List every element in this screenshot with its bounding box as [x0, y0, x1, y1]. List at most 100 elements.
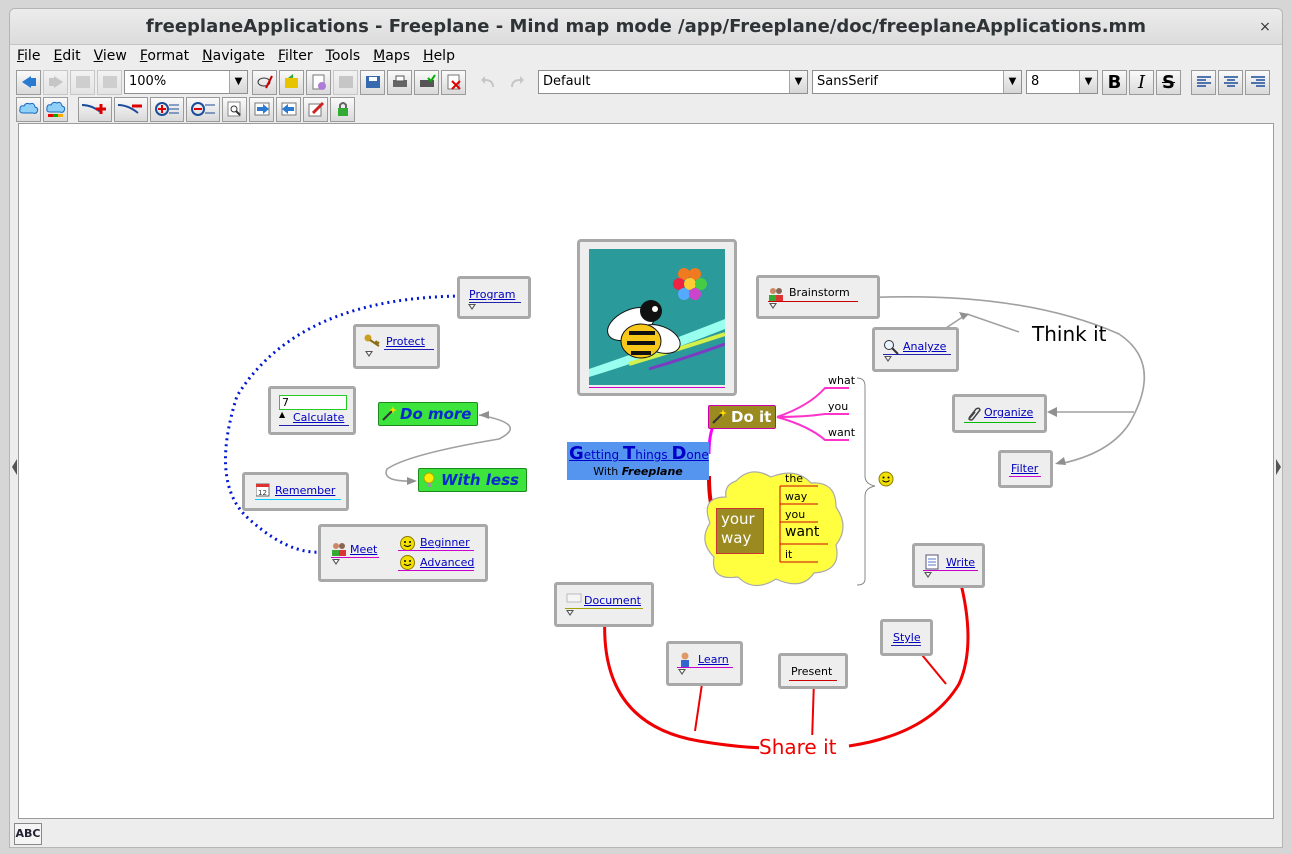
back-button[interactable]: [16, 69, 41, 95]
think-it-label[interactable]: Think it: [1032, 322, 1106, 346]
menu-view[interactable]: View: [94, 48, 127, 64]
save-button[interactable]: [333, 69, 358, 95]
do-more-node[interactable]: Do more: [378, 402, 478, 426]
new-map-button[interactable]: [306, 69, 331, 95]
want-label[interactable]: want: [828, 426, 855, 439]
menu-maps[interactable]: Maps: [373, 48, 410, 64]
style-node[interactable]: Style: [880, 619, 933, 656]
lock-icon[interactable]: [330, 96, 355, 122]
menu-edit[interactable]: Edit: [53, 48, 80, 64]
left-panel-handle[interactable]: [12, 459, 18, 475]
analyze-node[interactable]: Analyze: [872, 327, 959, 372]
menu-filter[interactable]: Filter: [278, 48, 313, 64]
close-window-button[interactable]: ×: [1256, 18, 1274, 36]
calculate-node[interactable]: 7 ▲ Calculate: [268, 386, 356, 435]
chevron-down-icon[interactable]: ▼: [789, 71, 807, 93]
brainstorm-node[interactable]: Brainstorm: [756, 275, 880, 319]
move-left-icon[interactable]: [276, 96, 301, 122]
program-node[interactable]: Program: [457, 276, 531, 319]
right-panel-handle[interactable]: [1276, 459, 1282, 475]
learn-node[interactable]: Learn: [666, 641, 743, 686]
meet-label[interactable]: Meet: [350, 543, 377, 556]
remember-node[interactable]: 12 Remember: [242, 472, 349, 511]
what-label[interactable]: what: [828, 374, 855, 387]
redo-button[interactable]: [503, 70, 528, 95]
protect-node[interactable]: Protect: [353, 324, 440, 369]
edit-node-icon[interactable]: [303, 96, 328, 122]
style-label[interactable]: Style: [893, 631, 921, 644]
remove-node-icon[interactable]: [186, 96, 220, 122]
fold-icon[interactable]: [566, 610, 574, 616]
remember-label[interactable]: Remember: [275, 484, 335, 497]
fold-icon[interactable]: [468, 304, 476, 310]
font-size-combo[interactable]: 8 ▼: [1026, 70, 1098, 94]
menu-format[interactable]: Format: [140, 48, 189, 64]
learn-label[interactable]: Learn: [698, 653, 729, 666]
add-link-icon[interactable]: [78, 96, 112, 122]
align-center-button[interactable]: [1218, 69, 1243, 95]
strikethrough-button[interactable]: S: [1156, 69, 1181, 95]
open-button[interactable]: [279, 69, 304, 95]
last-node-button[interactable]: [97, 69, 122, 95]
cloud-color-icon[interactable]: [43, 96, 68, 122]
document-label[interactable]: Document: [584, 594, 641, 607]
filter-node[interactable]: Filter: [998, 450, 1053, 488]
protect-label[interactable]: Protect: [386, 335, 425, 348]
beginner-label[interactable]: Beginner: [420, 536, 470, 549]
chevron-down-icon[interactable]: ▼: [229, 71, 247, 93]
expand-icon[interactable]: ▲: [279, 410, 285, 419]
print-direct-button[interactable]: [414, 69, 439, 95]
meet-node[interactable]: Meet Beginner Advanced: [318, 524, 488, 582]
fold-icon[interactable]: [678, 669, 686, 675]
write-label[interactable]: Write: [946, 556, 975, 569]
advanced-label[interactable]: Advanced: [420, 556, 474, 569]
forward-button[interactable]: [43, 69, 68, 95]
style-combo[interactable]: Default ▼: [538, 70, 808, 94]
undo-button[interactable]: [476, 70, 501, 95]
move-right-icon[interactable]: [249, 96, 274, 122]
print-button[interactable]: [387, 69, 412, 95]
save-as-button[interactable]: [360, 69, 385, 95]
menu-navigate[interactable]: Navigate: [202, 48, 265, 64]
write-node[interactable]: Write: [912, 543, 985, 588]
fold-icon[interactable]: [769, 303, 777, 309]
chevron-down-icon[interactable]: ▼: [1079, 71, 1097, 93]
document-node[interactable]: Document: [554, 582, 654, 627]
align-left-button[interactable]: [1191, 69, 1216, 95]
cloud-icon[interactable]: [16, 96, 41, 122]
analyze-label[interactable]: Analyze: [903, 340, 946, 353]
root-node[interactable]: Getting Things Done With Freeplane: [567, 442, 709, 480]
add-child-icon[interactable]: [150, 96, 184, 122]
bold-button[interactable]: B: [1102, 69, 1127, 95]
calculate-label[interactable]: Calculate: [293, 411, 344, 424]
menu-file[interactable]: File: [17, 48, 40, 64]
align-right-button[interactable]: [1245, 69, 1270, 95]
organize-label[interactable]: Organize: [984, 406, 1033, 419]
menu-tools[interactable]: Tools: [326, 48, 361, 64]
fold-icon[interactable]: [884, 356, 892, 362]
font-family-combo[interactable]: SansSerif ▼: [812, 70, 1022, 94]
you-label[interactable]: you: [828, 400, 848, 413]
italic-button[interactable]: I: [1129, 69, 1154, 95]
organize-node[interactable]: Organize: [952, 394, 1047, 433]
bee-image-node[interactable]: [577, 239, 737, 396]
with-less-node[interactable]: With less: [418, 468, 527, 492]
zoom-combo[interactable]: 100% ▼: [124, 70, 248, 94]
share-it-label[interactable]: Share it: [759, 735, 837, 759]
program-label[interactable]: Program: [469, 288, 515, 301]
smiley-icon[interactable]: [878, 471, 894, 487]
preview-button[interactable]: [252, 69, 277, 95]
present-node[interactable]: Present: [778, 653, 848, 689]
fold-icon[interactable]: [332, 559, 340, 565]
your-way-node[interactable]: your way: [716, 508, 764, 554]
filter-label[interactable]: Filter: [1011, 462, 1038, 475]
do-it-node[interactable]: Do it: [708, 405, 776, 429]
remove-link-icon[interactable]: [114, 96, 148, 122]
menu-help[interactable]: Help: [423, 48, 455, 64]
spellcheck-button[interactable]: ABC: [14, 823, 42, 845]
find-icon[interactable]: [222, 96, 247, 122]
close-map-button[interactable]: [441, 69, 466, 95]
chevron-down-icon[interactable]: ▼: [1003, 71, 1021, 93]
first-node-button[interactable]: [70, 69, 95, 95]
mind-map-canvas[interactable]: Getting Things Done With Freeplane Progr…: [18, 123, 1274, 819]
